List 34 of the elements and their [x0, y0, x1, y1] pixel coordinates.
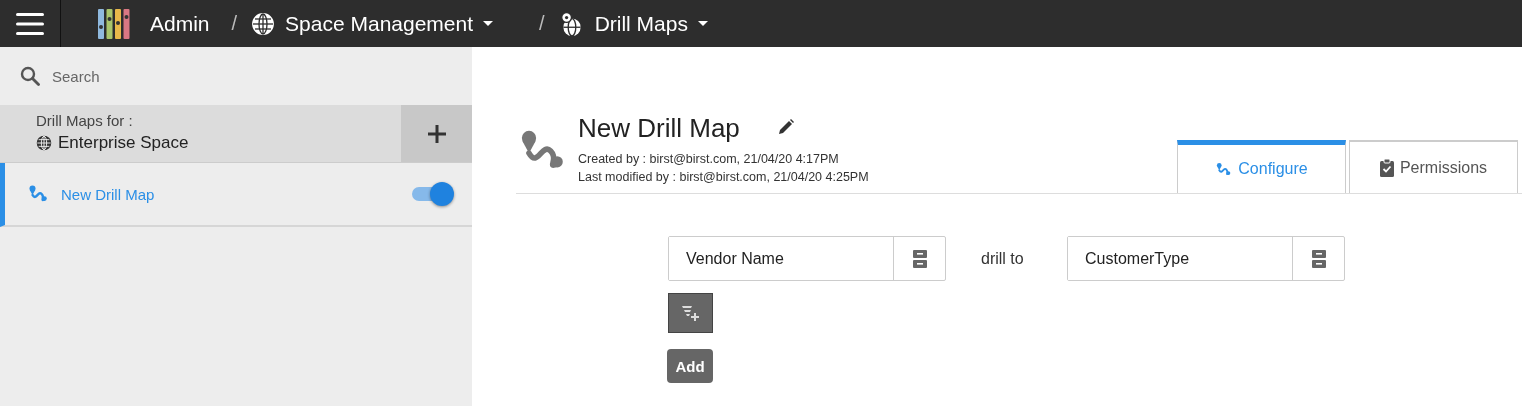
drill-map-title: New Drill Map	[578, 113, 740, 144]
globe-icon	[36, 135, 52, 151]
breadcrumb-dropdown[interactable]: Space Management	[251, 11, 494, 36]
globe-icon	[251, 11, 276, 36]
plus-icon	[427, 124, 446, 143]
caret-icon	[483, 20, 494, 27]
cabinet-icon	[1311, 249, 1326, 268]
logo-icon	[98, 8, 130, 39]
caret-icon	[697, 20, 708, 27]
pencil-icon	[777, 119, 794, 135]
breadcrumb-separator: /	[231, 12, 238, 35]
breadcrumb-dropdown[interactable]: Drill Maps	[558, 10, 708, 37]
sidebar-caption: Drill Maps for :	[36, 112, 134, 129]
connector-label: drill to	[980, 249, 1025, 268]
tab[interactable]: Permissions	[1349, 140, 1518, 193]
target-column-field[interactable]: CustomerType	[1067, 236, 1345, 281]
search-icon	[20, 66, 40, 86]
toggle-switch[interactable]	[412, 182, 454, 206]
cabinet-icon	[912, 249, 927, 268]
app-title: Admin	[150, 11, 210, 36]
item-label: New Drill Map	[61, 185, 156, 203]
source-column-field[interactable]: Vendor Name	[668, 236, 946, 281]
tab[interactable]: Configure	[1177, 140, 1346, 193]
search-field[interactable]: Search	[50, 66, 253, 86]
filter-plus-icon	[680, 305, 701, 321]
drill-map-icon	[1215, 160, 1233, 178]
menu-icon	[16, 11, 44, 36]
space-name: Enterprise Space	[58, 133, 189, 153]
breadcrumb-separator: /	[539, 12, 545, 35]
clipboard-check-icon	[1379, 158, 1394, 177]
modified-info: Last modified by : birst@birst.com, 21/04/20 4:25PM	[578, 169, 869, 186]
add-filter-button[interactable]	[668, 293, 713, 333]
add-mapping-button[interactable]: Add	[667, 349, 713, 383]
created-info: Created by : birst@birst.com, 21/04/20 4:17PM	[578, 151, 840, 168]
